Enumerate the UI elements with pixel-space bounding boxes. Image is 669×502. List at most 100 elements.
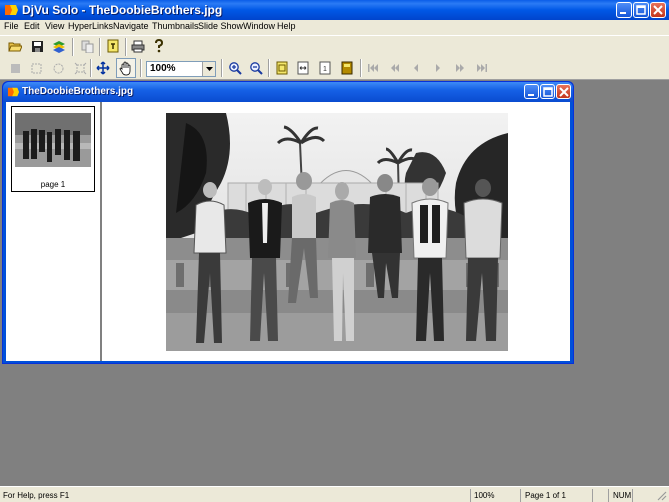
resize-grip-icon[interactable]	[656, 490, 667, 501]
chevron-down-icon	[205, 67, 213, 71]
fit-page-icon	[276, 61, 288, 75]
doc-maximize-button[interactable]	[540, 84, 555, 99]
zoom-dropdown[interactable]: 100%	[146, 61, 216, 77]
copy-button[interactable]	[78, 37, 96, 55]
status-page-panel: Page 1 of 1	[520, 489, 592, 502]
minimize-icon	[528, 94, 534, 96]
actual-size-icon: 1	[319, 61, 331, 75]
menu-hyperlinks[interactable]: HyperLinks	[68, 21, 113, 31]
menu-window[interactable]: Window	[243, 21, 275, 31]
zoom-out-icon	[250, 62, 263, 75]
toolbar-separator	[99, 38, 101, 56]
minimize-icon	[620, 12, 626, 14]
djvu-document-icon	[7, 87, 20, 97]
standard-toolbar	[0, 35, 669, 57]
open-button[interactable]	[6, 37, 24, 55]
export-button[interactable]	[50, 37, 68, 55]
doc-close-button[interactable]	[556, 84, 571, 99]
toolbar-separator	[72, 38, 74, 56]
toolbar-separator	[90, 59, 92, 77]
status-empty-panel	[592, 489, 608, 502]
rect-select-icon	[31, 63, 41, 73]
toolbar-separator	[221, 59, 223, 77]
fast-back-icon	[391, 64, 399, 72]
actual-size-button[interactable]: 1	[316, 59, 334, 77]
maximize-button[interactable]	[633, 2, 649, 18]
first-page-button[interactable]	[364, 59, 382, 77]
menu-view[interactable]: View	[45, 21, 64, 31]
status-zoom: 100%	[474, 491, 495, 500]
zoom-out-button[interactable]	[247, 59, 265, 77]
menu-slide-show[interactable]: Slide Show	[198, 21, 243, 31]
next-page-button[interactable]	[429, 59, 447, 77]
close-icon	[559, 87, 569, 97]
prev-arrow-icon	[414, 64, 418, 72]
lasso-icon	[53, 63, 63, 73]
thumbnail-label: page 1	[40, 180, 66, 189]
move-arrows-icon	[96, 61, 110, 75]
document-window: TheDoobieBrothers.jpg page 1	[2, 81, 574, 364]
copy-pages-icon	[81, 40, 93, 53]
select-area-button[interactable]	[6, 59, 24, 77]
rect-select-button[interactable]	[27, 59, 45, 77]
zoom-in-icon	[229, 62, 242, 75]
status-page: Page 1 of 1	[525, 491, 566, 500]
svg-text:1: 1	[323, 66, 327, 73]
last-page-button[interactable]	[473, 59, 491, 77]
zoom-value: 100%	[150, 63, 176, 74]
zoom-rect-icon	[74, 62, 86, 74]
save-button[interactable]	[28, 37, 46, 55]
page-layout-button[interactable]	[338, 59, 356, 77]
export-stack-icon	[53, 40, 65, 53]
document-title: TheDoobieBrothers.jpg	[22, 86, 134, 97]
help-button[interactable]	[150, 37, 168, 55]
doc-minimize-button[interactable]	[524, 84, 539, 99]
status-help-text: For Help, press F1	[3, 491, 70, 500]
document-title-bar[interactable]: TheDoobieBrothers.jpg	[3, 82, 573, 102]
menu-bar: File Edit View HyperLinks Navigate Thumb…	[0, 20, 669, 35]
close-icon	[653, 5, 663, 15]
dropdown-arrow-button[interactable]	[202, 62, 215, 76]
djvu-app-icon	[5, 5, 18, 15]
view-toolbar: 1	[0, 57, 669, 80]
status-scroll-panel	[632, 489, 654, 502]
maximize-icon	[636, 5, 646, 15]
page-layout-icon	[341, 61, 353, 75]
status-num-panel: NUM	[608, 489, 632, 502]
zoom-in-button[interactable]	[226, 59, 244, 77]
first-page-icon	[368, 64, 378, 72]
menu-help[interactable]: Help	[277, 21, 296, 31]
previous-page-button[interactable]	[407, 59, 425, 77]
printer-icon	[131, 40, 145, 52]
page-info-button[interactable]	[104, 37, 122, 55]
lasso-button[interactable]	[49, 59, 67, 77]
window-title: DjVu Solo - TheDoobieBrothers.jpg	[22, 3, 223, 17]
toolbar-separator	[125, 38, 127, 56]
zoom-rect-button[interactable]	[71, 59, 89, 77]
select-region-icon	[10, 63, 20, 73]
fit-width-icon	[297, 61, 309, 75]
next-arrow-icon	[436, 64, 440, 72]
app-title-bar[interactable]: DjVu Solo - TheDoobieBrothers.jpg	[0, 0, 669, 20]
thumbnail-image	[15, 113, 91, 167]
hand-tool-button[interactable]	[116, 58, 136, 78]
menu-file[interactable]: File	[4, 21, 19, 31]
menu-edit[interactable]: Edit	[24, 21, 40, 31]
next-five-button[interactable]	[451, 59, 469, 77]
menu-navigate[interactable]: Navigate	[113, 21, 149, 31]
maximize-icon	[543, 87, 553, 97]
fit-width-button[interactable]	[294, 59, 312, 77]
minimize-button[interactable]	[616, 2, 632, 18]
last-page-icon	[477, 64, 487, 72]
pan-button[interactable]	[94, 59, 112, 77]
menu-thumbnails[interactable]: Thumbnails	[152, 21, 199, 31]
fit-page-button[interactable]	[273, 59, 291, 77]
previous-five-button[interactable]	[386, 59, 404, 77]
fast-forward-icon	[456, 64, 464, 72]
print-button[interactable]	[129, 37, 147, 55]
thumbnail-page-1[interactable]: page 1	[11, 106, 95, 192]
status-bar: For Help, press F1 100% Page 1 of 1 NUM	[0, 486, 669, 502]
document-photo	[166, 113, 508, 351]
hand-icon	[119, 61, 131, 75]
close-button[interactable]	[650, 2, 666, 18]
